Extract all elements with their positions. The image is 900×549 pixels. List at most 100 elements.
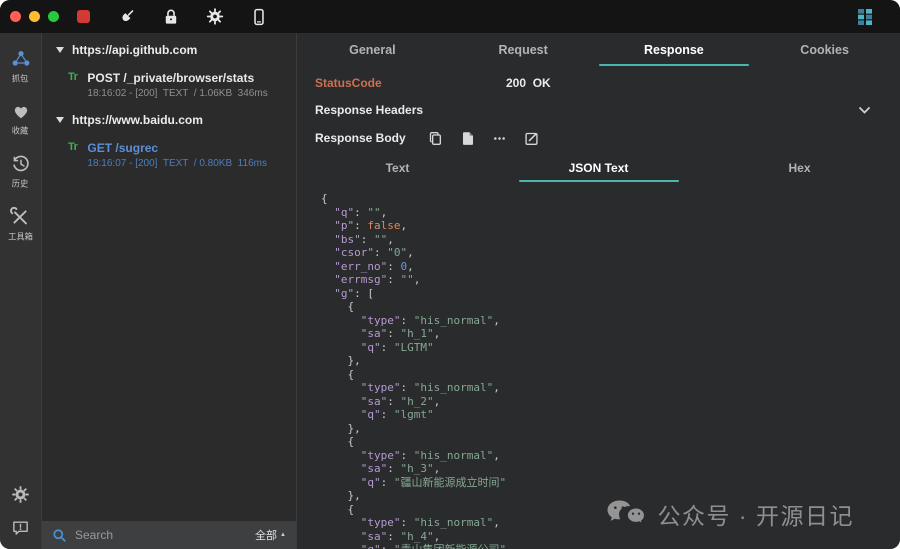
document-icon — [461, 131, 475, 146]
json-line: { — [321, 368, 900, 382]
json-token: , — [493, 314, 500, 327]
json-token: "his_normal" — [414, 314, 493, 327]
tab-hex[interactable]: Hex — [699, 153, 900, 183]
json-code[interactable]: { "q": "", "p": false, "bs": "", "csor":… — [297, 183, 900, 549]
json-token: "type" — [361, 516, 401, 529]
chevron-down-icon — [859, 107, 870, 114]
tab-request[interactable]: Request — [448, 33, 599, 67]
zoom-button[interactable] — [48, 11, 59, 22]
title-bar — [0, 0, 900, 33]
stop-record-button[interactable] — [74, 8, 92, 26]
json-token: }, — [321, 422, 361, 435]
json-token: "type" — [361, 314, 401, 327]
json-token: "q" — [361, 476, 381, 489]
body-format-tabs: Text JSON Text Hex — [297, 153, 900, 183]
json-token: "type" — [361, 381, 401, 394]
host-label: https://www.baidu.com — [72, 113, 203, 127]
copy-button[interactable] — [428, 130, 444, 146]
more-options-button[interactable] — [492, 130, 508, 146]
tab-text[interactable]: Text — [297, 153, 498, 183]
detail-tabs: General Request Response Cookies — [297, 33, 900, 67]
clean-session-button[interactable] — [118, 8, 136, 26]
lock-icon — [162, 8, 180, 26]
json-token: : — [401, 314, 414, 327]
request-item-selected[interactable]: Tr GET /sugrec 18:16:07 - [200] TEXT / 0… — [42, 133, 296, 177]
filter-dropdown[interactable]: 全部 ▲ — [255, 527, 286, 543]
feedback-button[interactable] — [11, 518, 30, 537]
search-icon — [52, 528, 67, 543]
json-token: "his_normal" — [414, 516, 493, 529]
json-token: , — [407, 260, 414, 273]
json-token — [321, 462, 361, 475]
json-token — [321, 314, 361, 327]
tab-label: General — [349, 43, 396, 57]
json-token: "sa" — [361, 327, 388, 340]
json-token: , — [381, 206, 388, 219]
ssl-lock-button[interactable] — [162, 8, 180, 26]
sidebar-item-label: 工具箱 — [8, 231, 33, 243]
json-token: : — [401, 516, 414, 529]
close-button[interactable] — [10, 11, 21, 22]
sidebar-item-toolbox[interactable]: 工具箱 — [7, 207, 34, 243]
settings-rail-button[interactable] — [11, 485, 30, 504]
search-input[interactable]: Search — [75, 528, 247, 542]
json-token: , — [414, 273, 421, 286]
mobile-device-button[interactable] — [250, 8, 268, 26]
json-line: "bs": "", — [321, 233, 900, 247]
json-token: : — [387, 530, 400, 543]
json-token: { — [321, 192, 328, 205]
json-token: "errmsg" — [334, 273, 387, 286]
tab-label: Hex — [788, 161, 810, 175]
json-token: "sa" — [361, 462, 388, 475]
save-file-button[interactable] — [460, 130, 476, 146]
json-token — [321, 543, 361, 549]
sidebar-item-history[interactable]: 历史 — [11, 154, 31, 190]
sidebar-item-favorites[interactable]: 收藏 — [11, 102, 31, 137]
json-token: "csor" — [334, 246, 374, 259]
json-token: : — [374, 246, 387, 259]
request-group: https://www.baidu.com Tr GET /sugrec 18:… — [42, 107, 296, 177]
json-token: : — [387, 462, 400, 475]
tab-json-text[interactable]: JSON Text — [498, 153, 699, 183]
settings-button[interactable] — [206, 8, 224, 26]
request-item[interactable]: Tr POST /_private/browser/stats 18:16:02… — [42, 63, 296, 107]
json-token — [321, 530, 361, 543]
minimize-button[interactable] — [29, 11, 40, 22]
tab-label: Request — [498, 43, 547, 57]
json-token: "疆山新能源成立时间" — [394, 476, 506, 489]
record-stop-icon — [77, 10, 90, 23]
json-token: { — [321, 300, 354, 313]
json-token: "sa" — [361, 395, 388, 408]
tab-response[interactable]: Response — [599, 33, 750, 67]
json-line: "sa": "h_4", — [321, 530, 900, 544]
open-editor-button[interactable] — [524, 130, 540, 146]
json-line: { — [321, 192, 900, 206]
json-line: "err_no": 0, — [321, 260, 900, 274]
response-headers-row[interactable]: Response Headers — [297, 99, 900, 121]
heart-icon — [11, 102, 31, 121]
host-row[interactable]: https://api.github.com — [42, 37, 296, 63]
json-token: : [ — [354, 287, 374, 300]
search-bar[interactable]: Search 全部 ▲ — [42, 521, 296, 549]
json-token: "type" — [361, 449, 401, 462]
watermark-text: 公众号 · 开源日记 — [658, 497, 854, 531]
json-token — [321, 287, 334, 300]
tab-cookies[interactable]: Cookies — [749, 33, 900, 67]
json-token: , — [493, 449, 500, 462]
tools-icon — [10, 207, 30, 227]
json-token: "h_3" — [401, 462, 434, 475]
json-token: "h_1" — [401, 327, 434, 340]
json-token — [321, 408, 361, 421]
feedback-bubble-icon — [11, 518, 30, 537]
wechat-icon — [606, 499, 646, 529]
traffic-lights — [0, 11, 62, 22]
json-line: "errmsg": "", — [321, 273, 900, 287]
sidebar-item-capture[interactable]: 抓包 — [10, 49, 32, 85]
host-row[interactable]: https://www.baidu.com — [42, 107, 296, 133]
panel-layout-button[interactable] — [858, 9, 872, 25]
json-token: , — [434, 530, 441, 543]
json-token: , — [493, 516, 500, 529]
status-code-value: 200 OK — [506, 76, 551, 90]
json-token: { — [321, 503, 354, 516]
tab-general[interactable]: General — [297, 33, 448, 67]
